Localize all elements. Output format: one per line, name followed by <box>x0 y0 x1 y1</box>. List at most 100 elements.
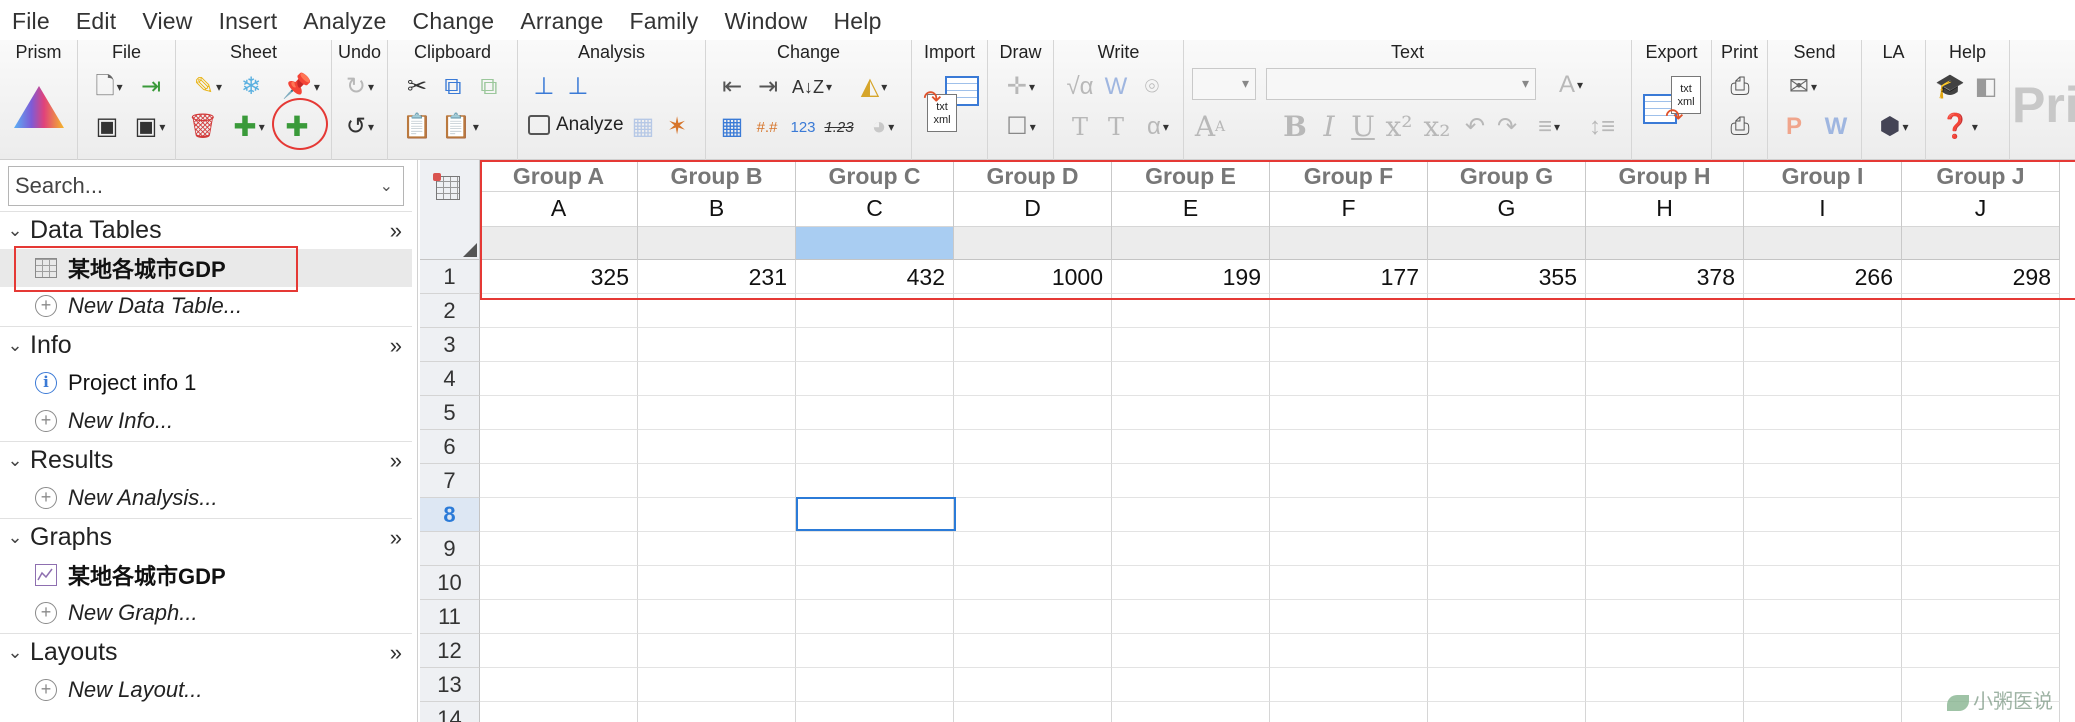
word-object-icon[interactable]: W <box>1100 70 1132 104</box>
table-cell[interactable] <box>480 464 638 498</box>
table-cell[interactable] <box>796 328 954 362</box>
undo-icon[interactable]: ↺ ▾ <box>338 110 382 144</box>
draw-shape-icon[interactable]: ☐ ▾ <box>996 110 1046 144</box>
section-layouts[interactable]: ⌄ Layouts » <box>0 633 412 671</box>
equation-icon[interactable]: √α <box>1064 70 1096 104</box>
section-more-icon[interactable]: » <box>390 448 402 474</box>
table-cell[interactable] <box>480 668 638 702</box>
cut-icon[interactable]: ✂ <box>402 70 432 104</box>
table-cell[interactable] <box>1902 328 2060 362</box>
decimal-increase-icon[interactable]: 123 <box>786 110 820 144</box>
table-cell[interactable] <box>480 634 638 668</box>
collapse-chevron-icon[interactable]: ⌄ <box>0 527 30 548</box>
table-cell[interactable] <box>1744 702 1902 722</box>
table-cell[interactable] <box>1270 668 1428 702</box>
table-cell[interactable] <box>1428 634 1586 668</box>
color-scheme-icon[interactable]: ◕ ▾ <box>860 110 906 144</box>
row-number[interactable]: 11 <box>420 600 480 634</box>
table-cell[interactable] <box>1112 430 1270 464</box>
table-cell[interactable] <box>954 498 1112 532</box>
collapse-chevron-icon[interactable]: ⌄ <box>0 220 30 241</box>
table-cell[interactable] <box>1428 532 1586 566</box>
print-preview-icon[interactable]: ⎙ <box>1724 110 1756 144</box>
table-cell[interactable] <box>1270 396 1428 430</box>
collapse-chevron-icon[interactable]: ⌄ <box>0 335 30 356</box>
menu-arrange[interactable]: Arrange <box>520 8 603 35</box>
table-cell[interactable] <box>796 362 954 396</box>
table-cell[interactable] <box>1902 600 2060 634</box>
table-format-icon[interactable] <box>433 173 460 200</box>
table-cell[interactable] <box>638 634 796 668</box>
menu-insert[interactable]: Insert <box>219 8 278 35</box>
highlight-icon[interactable]: ✎ ▾ <box>186 70 230 104</box>
decimal-decrease-icon[interactable]: 1.23 <box>822 110 856 144</box>
table-cell[interactable] <box>796 600 954 634</box>
import-icon[interactable]: txt xml ↷ <box>922 74 980 138</box>
table-cell[interactable] <box>1112 600 1270 634</box>
table-cell[interactable] <box>1586 362 1744 396</box>
table-cell[interactable] <box>1428 464 1586 498</box>
table-cell[interactable] <box>480 396 638 430</box>
table-cell[interactable] <box>1744 600 1902 634</box>
table-cell[interactable] <box>638 362 796 396</box>
table-cell[interactable] <box>1586 396 1744 430</box>
table-cell[interactable] <box>1902 566 2060 600</box>
paste-icon[interactable]: 📋 <box>402 110 432 144</box>
row-number[interactable]: 1 <box>420 260 480 294</box>
print-icon[interactable]: ⎙ <box>1724 70 1756 104</box>
text-frame-icon[interactable]: T <box>1100 110 1132 144</box>
table-cell[interactable] <box>638 396 796 430</box>
insert-picture-icon[interactable]: ⌾ <box>1136 70 1168 104</box>
table-cell[interactable] <box>1428 430 1586 464</box>
table-cell[interactable] <box>1902 430 2060 464</box>
table-cell[interactable] <box>1112 566 1270 600</box>
table-cell[interactable] <box>954 634 1112 668</box>
fill-color-icon[interactable]: ◭ ▾ <box>846 70 902 104</box>
table-cell[interactable] <box>1902 396 2060 430</box>
move-right-icon[interactable]: ⇥ <box>752 70 784 104</box>
magic-wand-icon[interactable]: ✶ <box>662 110 692 144</box>
section-more-icon[interactable]: » <box>390 333 402 359</box>
search-input[interactable]: Search... ⌄ <box>8 166 404 206</box>
font-size-select[interactable]: ▾ <box>1192 68 1256 100</box>
table-cell[interactable] <box>638 498 796 532</box>
table-cell[interactable] <box>1270 600 1428 634</box>
table-cell[interactable] <box>954 430 1112 464</box>
table-cell[interactable] <box>1112 668 1270 702</box>
font-color-icon[interactable]: A ▾ <box>1546 68 1596 102</box>
subscript-button[interactable]: x₂ <box>1420 110 1454 144</box>
row-number[interactable]: 5 <box>420 396 480 430</box>
table-cell[interactable] <box>796 430 954 464</box>
number-format-icon[interactable]: #.# <box>750 112 784 142</box>
delete-sheet-icon[interactable]: 🗑 <box>188 110 218 144</box>
table-cell[interactable] <box>1586 464 1744 498</box>
table-cell[interactable] <box>1428 600 1586 634</box>
table-cell[interactable] <box>1586 498 1744 532</box>
row-number[interactable]: 14 <box>420 702 480 722</box>
sidebar-item-graph[interactable]: 某地各城市GDP <box>0 556 412 594</box>
sidebar-item-project-info[interactable]: i Project info 1 <box>0 364 412 402</box>
table-cell[interactable] <box>1586 702 1744 722</box>
table-cell[interactable] <box>1428 362 1586 396</box>
table-cell[interactable] <box>796 634 954 668</box>
align-text-icon[interactable]: ≡ ▾ <box>1524 110 1574 144</box>
row-number[interactable]: 12 <box>420 634 480 668</box>
table-cell[interactable] <box>1112 532 1270 566</box>
row-number[interactable]: 8 <box>420 498 480 532</box>
table-cell[interactable] <box>1270 362 1428 396</box>
email-icon[interactable]: ✉ ▾ <box>1778 70 1828 104</box>
save-as-icon[interactable]: ▣ ▾ <box>130 110 170 144</box>
draw-line-icon[interactable]: ✛ ▾ <box>996 70 1046 104</box>
row-number[interactable]: 13 <box>420 668 480 702</box>
table-cell[interactable] <box>796 396 954 430</box>
italic-button[interactable]: I <box>1314 110 1344 144</box>
menu-window[interactable]: Window <box>724 8 807 35</box>
format-table-icon[interactable]: ▦ <box>716 110 748 144</box>
sheet-corner[interactable] <box>420 160 480 260</box>
section-more-icon[interactable]: » <box>390 218 402 244</box>
table-cell[interactable] <box>638 600 796 634</box>
open-file-icon[interactable]: ⇥ <box>136 70 166 104</box>
menu-view[interactable]: View <box>142 8 192 35</box>
table-cell[interactable] <box>796 464 954 498</box>
table-cell[interactable] <box>480 328 638 362</box>
